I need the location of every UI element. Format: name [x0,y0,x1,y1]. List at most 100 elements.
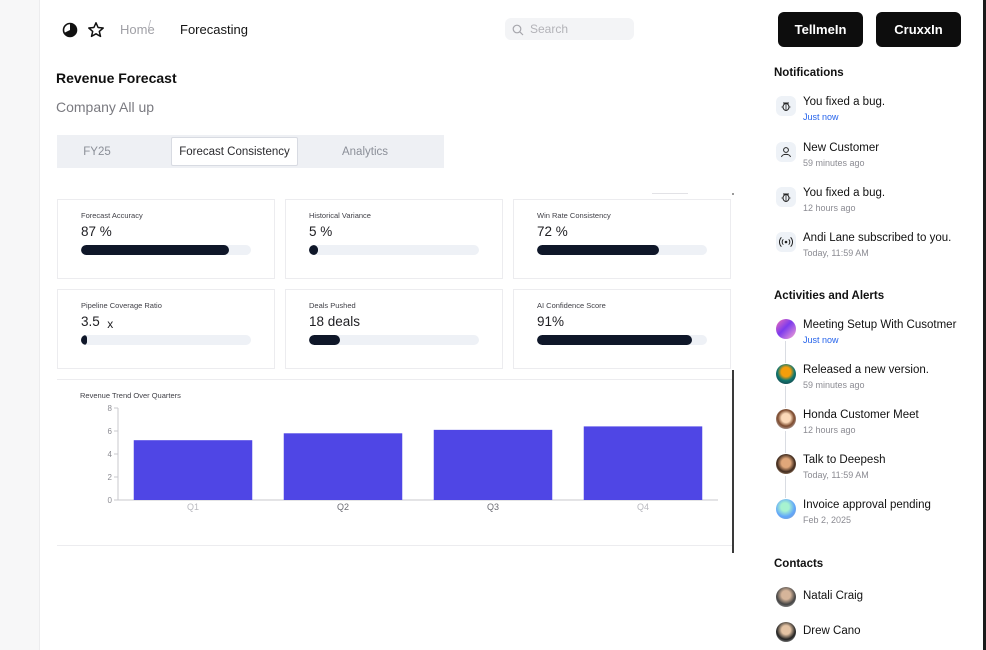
activity-time: 59 minutes ago [803,380,865,390]
metric-label: Forecast Accuracy [81,211,143,220]
bar-q2 [283,433,403,500]
metric-number: 3.5 [81,314,100,329]
left-rail [0,0,40,650]
progress-fill [309,335,340,345]
page-subtitle: Company All up [56,99,155,115]
activity-text: Honda Customer Meet [803,409,919,421]
notification-item[interactable]: Andi Lane subscribed to you. Today, 11:5… [776,232,980,272]
divider [652,193,688,194]
user-icon [776,142,796,162]
star-icon[interactable] [87,21,105,39]
metric-suffix: x [107,317,114,331]
activity-item[interactable]: Meeting Setup With Cusotmer Just now [776,319,980,359]
notification-item[interactable]: New Customer 59 minutes ago [776,142,980,182]
metric-value: 5 % [309,224,333,239]
pie-chart-icon[interactable] [62,22,78,38]
metric-card-win-rate-consistency: Win Rate Consistency 72 % [513,199,731,279]
bug-icon [776,96,796,116]
notification-text: You fixed a bug. [803,96,886,108]
progress-track [309,335,479,345]
x-tick-label: Q3 [487,502,499,512]
bug-icon [776,187,796,207]
search-icon [512,23,524,36]
activity-text: Meeting Setup With Cusotmer [803,319,957,331]
notification-time: 59 minutes ago [803,158,865,168]
metric-card-deals-pushed: Deals Pushed 18 deals [285,289,503,369]
bar-q1 [133,440,253,500]
avatar [776,587,796,607]
activity-item[interactable]: Honda Customer Meet 12 hours ago [776,409,980,449]
activity-time: Today, 11:59 AM [803,470,869,480]
progress-fill [537,245,660,255]
avatar [776,364,796,384]
progress-track [537,335,707,345]
activity-text: Talk to Deepesh [803,454,886,466]
activity-text: Released a new version. [803,364,929,376]
metric-card-pipeline-coverage: Pipeline Coverage Ratio 3.5 x [57,289,275,369]
metric-label: AI Confidence Score [537,301,606,310]
avatar [776,499,796,519]
progress-fill [81,245,229,255]
metric-label: Pipeline Coverage Ratio [81,301,162,310]
x-tick-label: Q1 [187,502,199,512]
avatar [776,319,796,339]
avatar [776,622,796,642]
activity-time: Feb 2, 2025 [803,515,852,525]
notification-time: Just now [803,112,839,122]
activity-item[interactable]: Released a new version. 59 minutes ago [776,364,980,404]
progress-fill [537,335,692,345]
metric-card-forecast-accuracy: Forecast Accuracy 87 % [57,199,275,279]
page-title: Revenue Forecast [56,70,177,86]
tab-fy25[interactable]: FY25 [57,135,137,168]
activity-time: 12 hours ago [803,425,856,435]
progress-track [81,245,251,255]
contact-item[interactable]: Natali Craig [776,587,980,611]
x-tick-label: Q4 [637,502,649,512]
broadcast-icon [776,232,796,252]
progress-track [309,245,479,255]
bar-q3 [433,429,553,500]
notifications-title: Notifications [774,67,844,79]
cruxxin-button[interactable]: CruxxIn [876,12,961,47]
metric-label: Historical Variance [309,211,371,220]
y-tick-label: 0 [108,496,113,505]
scroll-divider [732,370,734,553]
avatar [776,454,796,474]
contact-name: Drew Cano [803,625,861,637]
revenue-trend-chart: Revenue Trend Over Quarters 0 2 4 6 8 Q1 Q2 Q3 Q… [57,379,732,546]
notification-text: Andi Lane subscribed to you. [803,232,952,244]
top-bar: Home / Forecasting [40,0,760,58]
tellmein-button[interactable]: TellmeIn [778,12,863,47]
notification-text: You fixed a bug. [803,187,886,199]
activity-item[interactable]: Invoice approval pending Feb 2, 2025 [776,499,980,539]
search-input[interactable] [530,20,630,38]
x-tick-label: Q2 [337,502,349,512]
breadcrumb-separator: / [148,19,152,31]
metric-value: 18 deals [309,314,361,329]
progress-track [537,245,707,255]
y-tick-label: 8 [108,404,113,413]
right-sidebar: Notifications You fixed a bug. Just now … [762,58,980,650]
metric-value: 72 % [537,224,568,239]
tab-forecast-consistency[interactable]: Forecast Consistency [171,137,298,166]
progress-fill [309,245,318,255]
metric-card-ai-confidence: AI Confidence Score 91% [513,289,731,369]
tab-analytics[interactable]: Analytics [305,135,425,168]
activities-title: Activities and Alerts [774,290,885,302]
metric-label: Win Rate Consistency [537,211,611,220]
metric-value: 3.5 x [81,314,114,331]
metric-value: 91% [537,314,565,329]
activity-item[interactable]: Talk to Deepesh Today, 11:59 AM [776,454,980,494]
search-box[interactable] [505,18,634,40]
activity-time: Just now [803,335,839,345]
notification-text: New Customer [803,142,880,154]
y-tick-label: 4 [108,450,113,459]
notification-item[interactable]: You fixed a bug. Just now [776,96,980,136]
avatar [776,409,796,429]
breadcrumb-current: Forecasting [180,22,248,37]
contact-item[interactable]: Drew Cano [776,622,980,646]
notification-item[interactable]: You fixed a bug. 12 hours ago [776,187,980,227]
activity-text: Invoice approval pending [803,499,931,511]
bar-q4 [583,426,703,500]
notification-time: Today, 11:59 AM [803,248,869,258]
